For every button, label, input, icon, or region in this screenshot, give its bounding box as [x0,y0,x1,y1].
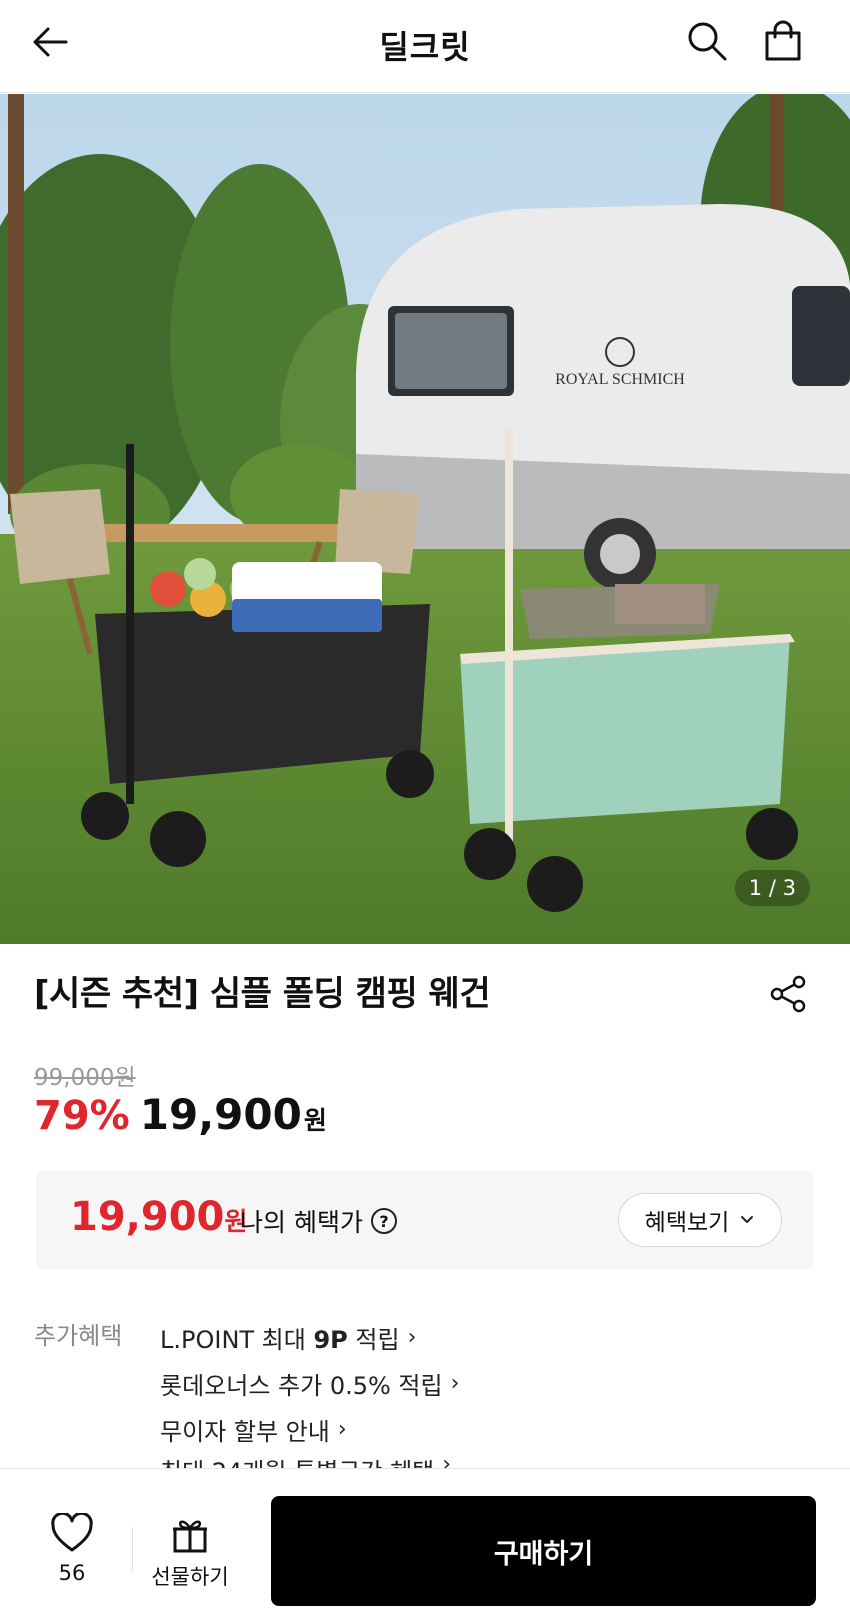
price-currency: 원 [303,1106,327,1135]
image-pager: 1 / 3 [734,870,810,906]
help-icon[interactable]: ? [370,1208,397,1234]
my-benefit-box: 19,900원 나의 혜택가 ? 혜택보기 [36,1170,814,1270]
product-photo: ROYAL SCHMICH [0,94,850,944]
gift-icon [173,1520,207,1553]
gift-button[interactable]: 선물하기 [148,1515,232,1591]
gift-label: 선물하기 [151,1565,229,1589]
product-title: [시즌 추천] 심플 폴딩 캠핑 웨건 [34,974,491,1014]
pager-current: 1 [748,876,763,900]
extra-benefits-list: L.POINT 최대 9P 적립 › 롯데오너스 추가 0.5% 적립 › 무이… [160,1314,459,1483]
top-header: 딜크릿 [0,0,850,93]
benefit-item-text: L.POINT 최대 [160,1325,314,1354]
benefit-label: 나의 혜택가 ? [240,1203,397,1239]
bottom-action-bar: 56 선물하기 구매하기 [0,1468,850,1621]
chevron-down-icon [741,1216,754,1223]
like-button[interactable]: 56 [42,1511,102,1585]
benefit-item-installment[interactable]: 무이자 할부 안내 › [160,1406,459,1452]
search-icon [688,22,727,61]
benefit-label-text: 나의 혜택가 [240,1208,363,1237]
view-benefits-label: 혜택보기 [644,1210,730,1236]
benefit-price: 19,900원 [70,1194,247,1240]
chevron-right-icon: › [450,1370,460,1396]
search-button[interactable] [684,18,730,64]
view-benefits-button[interactable]: 혜택보기 [618,1193,782,1247]
benefit-item-text: 무이자 할부 안내 [160,1417,330,1446]
shopping-bag-icon [765,20,801,61]
sale-price: 19,900 [139,1090,302,1139]
pager-total: 3 [782,876,796,900]
benefit-item-suffix: 적립 [347,1325,400,1354]
price-line: 79% 19,900 원 [34,1090,327,1139]
share-button[interactable] [766,972,810,1016]
product-image-carousel[interactable]: ROYAL SCHMICH 1 / 3 [0,94,850,944]
heart-icon [51,1511,93,1552]
chevron-right-icon: › [407,1324,417,1350]
pager-separator: / [768,876,776,900]
share-icon [770,975,806,1013]
extra-benefits-label: 추가혜택 [34,1322,123,1350]
like-count: 56 [58,1561,86,1585]
original-price: 99,000원 [34,1065,136,1091]
cart-button[interactable] [760,18,806,64]
buy-button[interactable]: 구매하기 [271,1496,816,1606]
caravan-brand-text: ROYAL SCHMICH [555,371,685,388]
benefit-item-text: 롯데오너스 추가 0.5% 적립 [160,1371,443,1400]
discount-rate: 79% [34,1093,130,1139]
chevron-right-icon: › [337,1416,347,1442]
benefit-item-lotte-owners[interactable]: 롯데오너스 추가 0.5% 적립 › [160,1360,459,1406]
benefit-item-bold: 9P [313,1325,348,1354]
benefit-price-value: 19,900 [70,1194,225,1240]
benefit-item-lpoint[interactable]: L.POINT 최대 9P 적립 › [160,1314,459,1360]
divider [132,1527,133,1571]
